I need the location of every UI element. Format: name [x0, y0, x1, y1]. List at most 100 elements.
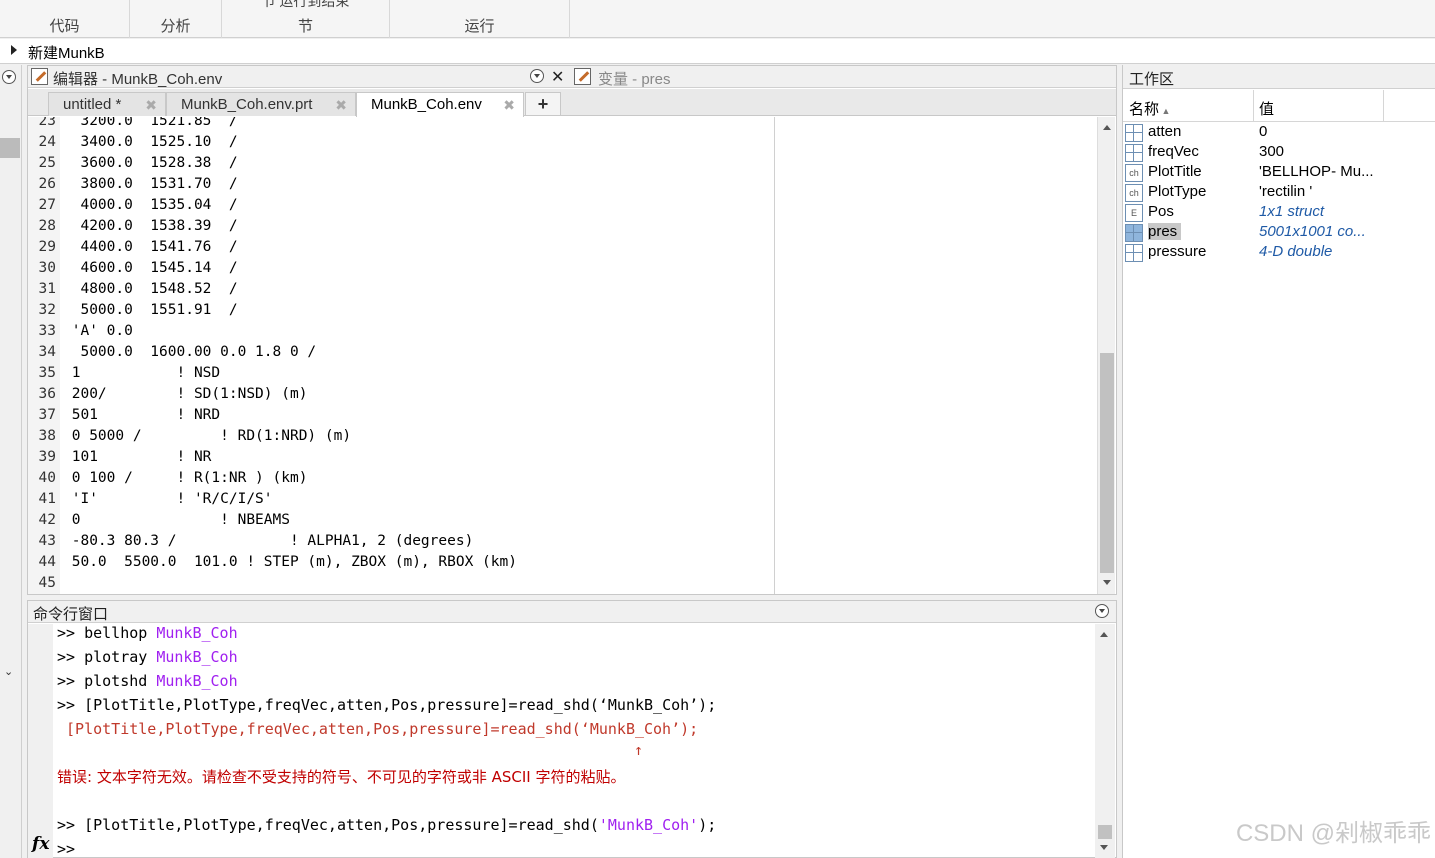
tab-munkb-coh-env-prt[interactable]: MunkB_Coh.env.prt ✖: [166, 92, 356, 116]
close-tab-icon[interactable]: ✖: [145, 97, 157, 114]
code-line[interactable]: 30 4600.0 1545.14 /: [28, 260, 774, 281]
column-divider[interactable]: [1383, 90, 1384, 122]
editor-pencil-icon: [31, 68, 48, 85]
workspace-variable-row[interactable]: pres 5001x1001 co...: [1123, 223, 1435, 243]
command-window-titlebar: 命令行窗口: [28, 601, 1116, 623]
toolstrip-section-run[interactable]: 运行: [390, 0, 570, 38]
toolstrip-section-code[interactable]: 代码: [0, 0, 130, 38]
workspace-variable-row[interactable]: atten 0: [1123, 123, 1435, 143]
code-line[interactable]: 27 4000.0 1535.04 /: [28, 197, 774, 218]
column-header-value[interactable]: 值: [1259, 98, 1274, 119]
editor-menu-icon[interactable]: [530, 69, 544, 83]
column-divider[interactable]: [1253, 90, 1254, 122]
code-line[interactable]: 39 101 ! NR: [28, 449, 774, 470]
code-line[interactable]: 32 5000.0 1551.91 /: [28, 302, 774, 323]
line-number: 27: [28, 197, 56, 218]
workspace-variable-row[interactable]: pressure 4-D double: [1123, 243, 1435, 263]
variable-editor-icon: [574, 68, 591, 85]
scroll-thumb[interactable]: [1098, 825, 1112, 839]
line-number: 42: [28, 512, 56, 533]
code-line[interactable]: 31 4800.0 1548.52 /: [28, 281, 774, 302]
current-folder-path[interactable]: 新建MunkB: [28, 42, 105, 63]
close-tab-icon[interactable]: ✖: [503, 97, 515, 114]
code-line[interactable]: 38 0 5000 / ! RD(1:NRD) (m): [28, 428, 774, 449]
variable-name: pres: [1148, 223, 1182, 240]
code-line[interactable]: 26 3800.0 1531.70 /: [28, 176, 774, 197]
char-variable-icon: ch: [1125, 164, 1143, 182]
code-text: 0 5000 / ! RD(1:NRD) (m): [63, 428, 352, 444]
variable-editor-title[interactable]: 变量 - pres: [598, 68, 671, 89]
close-icon[interactable]: ✕: [551, 67, 564, 87]
code-text: 4000.0 1535.04 /: [63, 197, 238, 213]
workspace-variable-row[interactable]: ch PlotTitle 'BELLHOP- Mu...: [1123, 163, 1435, 183]
code-line[interactable]: 34 5000.0 1600.00 0.0 1.8 0 /: [28, 344, 774, 365]
code-line[interactable]: 29 4400.0 1541.76 /: [28, 239, 774, 260]
toolstrip-section-section[interactable]: 节 运行到结束 节: [222, 0, 390, 38]
variable-name: PlotType: [1148, 183, 1207, 200]
code-line[interactable]: 24 3400.0 1525.10 /: [28, 134, 774, 155]
code-line[interactable]: 23 3200.0 1521.85 /: [28, 117, 774, 134]
scroll-up-icon[interactable]: [1103, 125, 1111, 130]
variable-value: 0: [1259, 123, 1268, 140]
code-line[interactable]: 36 200/ ! SD(1:NSD) (m): [28, 386, 774, 407]
scroll-down-icon[interactable]: [1103, 580, 1111, 585]
breadcrumb-arrow-icon[interactable]: [11, 45, 17, 55]
code-text: 4400.0 1541.76 /: [63, 239, 238, 255]
code-line[interactable]: 25 3600.0 1528.38 /: [28, 155, 774, 176]
tab-untitled[interactable]: untitled * ✖: [48, 92, 166, 116]
code-line[interactable]: 37 501 ! NRD: [28, 407, 774, 428]
line-number: 25: [28, 155, 56, 176]
matrix-variable-icon: [1125, 244, 1143, 262]
scroll-down-icon[interactable]: [1100, 845, 1108, 850]
matrix-variable-icon: [1125, 224, 1143, 242]
line-number: 38: [28, 428, 56, 449]
line-number: 34: [28, 344, 56, 365]
code-line[interactable]: 42 0 ! NBEAMS: [28, 512, 774, 533]
code-text: 'A' 0.0: [63, 323, 133, 339]
code-line[interactable]: 41 'I' ! 'R/C/I/S': [28, 491, 774, 512]
variable-name: atten: [1148, 123, 1182, 140]
line-number: 39: [28, 449, 56, 470]
code-line[interactable]: 43 -80.3 80.3 / ! ALPHA1, 2 (degrees): [28, 533, 774, 554]
code-line[interactable]: 33 'A' 0.0: [28, 323, 774, 344]
code-line[interactable]: 45: [28, 575, 774, 594]
command-window-menu-icon[interactable]: [1095, 604, 1109, 618]
code-text: 1 ! NSD: [63, 365, 221, 381]
workspace-variable-row[interactable]: E Pos 1x1 struct: [1123, 203, 1435, 223]
add-tab-button[interactable]: +: [525, 92, 561, 116]
error-echo-line: [PlotTitle,PlotType,freqVec,atten,Pos,pr…: [57, 720, 699, 738]
command-scrollbar[interactable]: [1095, 624, 1115, 858]
editor-scrollbar[interactable]: [1097, 117, 1115, 594]
workspace-variable-row[interactable]: ch PlotType 'rectilin ': [1123, 183, 1435, 203]
code-line[interactable]: 40 0 100 / ! R(1:NR ) (km): [28, 470, 774, 491]
command-history-line: >> [PlotTitle,PlotType,freqVec,atten,Pos…: [57, 696, 717, 714]
variable-name: PlotTitle: [1148, 163, 1202, 180]
code-area[interactable]: 23 3200.0 1521.85 /24 3400.0 1525.10 /25…: [28, 117, 1098, 594]
command-window-title: 命令行窗口: [33, 606, 109, 623]
line-number: 28: [28, 218, 56, 239]
current-folder-bar[interactable]: 新建MunkB: [0, 39, 1435, 64]
code-text: 50.0 5500.0 101.0 ! STEP (m), ZBOX (m), …: [63, 554, 517, 570]
code-line[interactable]: 28 4200.0 1538.39 /: [28, 218, 774, 239]
function-browser-icon[interactable]: fx: [32, 834, 49, 854]
workspace-variable-row[interactable]: freqVec 300: [1123, 143, 1435, 163]
line-number: 41: [28, 491, 56, 512]
sort-ascending-icon: ▲: [1159, 106, 1171, 116]
tab-label: MunkB_Coh.env: [371, 96, 482, 113]
column-header-name[interactable]: 名称 ▲: [1129, 98, 1170, 119]
run-to-end-button[interactable]: 节 运行到结束: [222, 0, 389, 11]
code-text: 3400.0 1525.10 /: [63, 134, 238, 150]
close-tab-icon[interactable]: ✖: [335, 97, 347, 114]
scroll-thumb[interactable]: [1100, 353, 1114, 573]
code-text: 3200.0 1521.85 /: [63, 117, 238, 129]
code-line[interactable]: 44 50.0 5500.0 101.0 ! STEP (m), ZBOX (m…: [28, 554, 774, 575]
line-number: 33: [28, 323, 56, 344]
toolstrip-section-analyze[interactable]: 分析: [130, 0, 222, 38]
chevron-down-icon[interactable]: ⌄: [4, 665, 13, 678]
command-input[interactable]: >>: [57, 840, 75, 858]
scroll-up-icon[interactable]: [1100, 632, 1108, 637]
code-line[interactable]: 35 1 ! NSD: [28, 365, 774, 386]
panel-menu-icon[interactable]: [2, 70, 16, 84]
matrix-variable-icon: [1125, 124, 1143, 142]
tab-munkb-coh-env[interactable]: MunkB_Coh.env ✖: [356, 92, 524, 117]
